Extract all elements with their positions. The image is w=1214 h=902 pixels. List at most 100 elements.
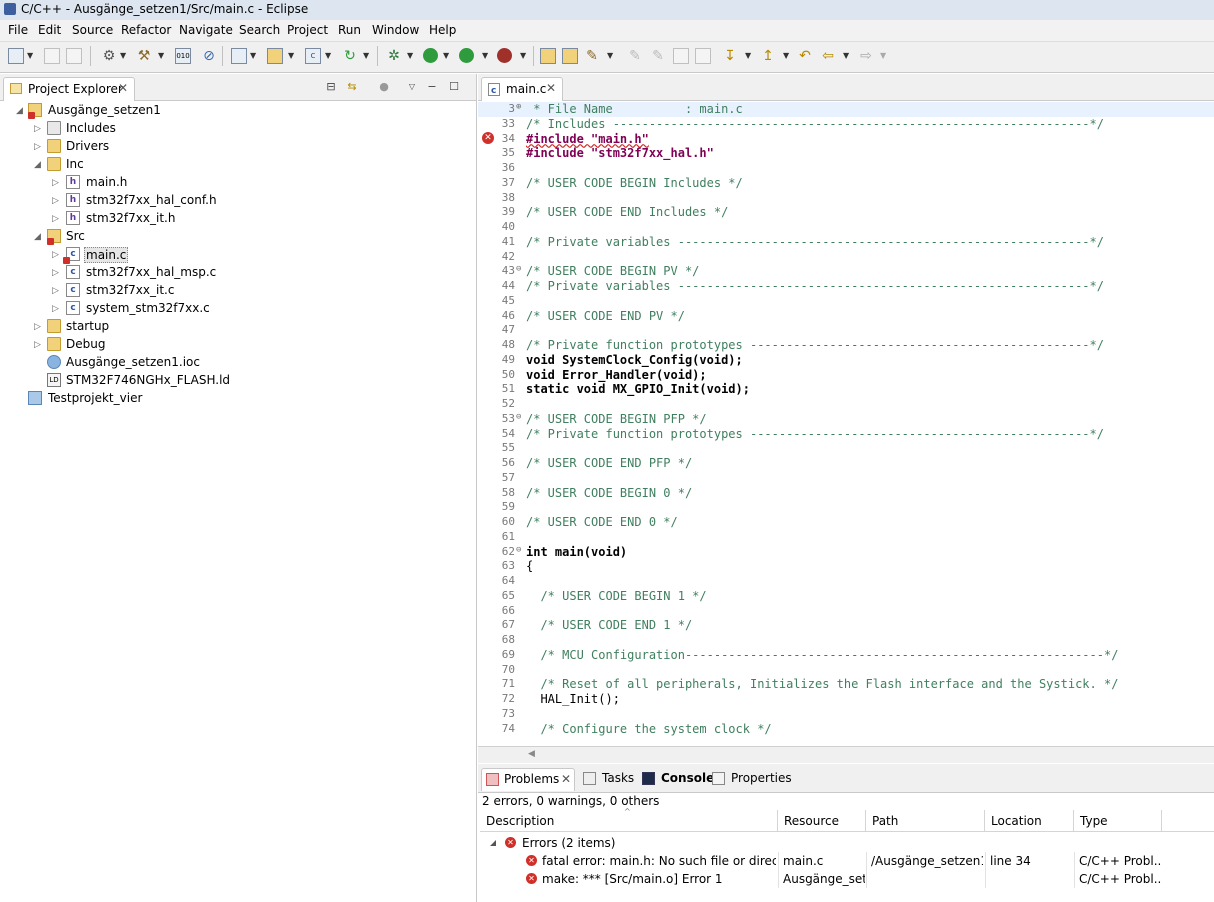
code-line[interactable]: 46 /* USER CODE END PV */ — [478, 309, 1214, 324]
minimize-icon[interactable]: − — [426, 81, 438, 93]
new-c-project-dropdown-icon[interactable]: ▼ — [250, 48, 257, 64]
code-line[interactable]: 34 ✕ #include "main.h" — [478, 131, 1214, 147]
column-header-type[interactable]: Type — [1074, 810, 1162, 832]
tree-item-drivers[interactable]: ▷ Drivers — [0, 138, 470, 156]
menu-run[interactable]: Run — [338, 23, 361, 37]
open-type-icon[interactable] — [540, 48, 556, 64]
back-icon[interactable]: ⇦ — [820, 48, 836, 64]
binary-icon[interactable]: 010 — [175, 48, 191, 64]
code-line[interactable]: 37 /* USER CODE BEGIN Includes */ — [478, 176, 1214, 191]
new-dropdown-icon[interactable]: ▼ — [27, 48, 34, 64]
menu-navigate[interactable]: Navigate — [179, 23, 233, 37]
column-header-location[interactable]: Location — [985, 810, 1074, 832]
code-line[interactable]: 72 HAL_Init(); — [478, 692, 1214, 707]
tree-item-hal-msp-c[interactable]: ▷ c stm32f7xx_hal_msp.c — [0, 264, 470, 282]
code-line[interactable]: 64 — [478, 574, 1214, 589]
collapsed-arrow-icon[interactable]: ▷ — [52, 283, 62, 299]
build-settings-icon[interactable]: ⚙ — [101, 48, 117, 64]
tab-properties[interactable]: Properties — [712, 768, 792, 790]
code-line[interactable]: 73 — [478, 707, 1214, 722]
save-icon[interactable] — [44, 48, 60, 64]
code-line[interactable]: 70 — [478, 663, 1214, 678]
code-line[interactable]: 53 ⊖/* USER CODE BEGIN PFP */ — [478, 412, 1214, 427]
code-line[interactable]: 63 { — [478, 559, 1214, 574]
tree-item-linker-script[interactable]: LD STM32F746NGHx_FLASH.ld — [0, 372, 470, 390]
new-c-class-icon[interactable]: c — [305, 48, 321, 64]
tab-main-c[interactable]: c main.c ✕ — [481, 77, 563, 101]
expanded-arrow-icon[interactable]: ◢ — [34, 157, 44, 173]
expand-fold-icon[interactable]: ⊕ — [516, 102, 524, 112]
menu-window[interactable]: Window — [372, 23, 419, 37]
menu-edit[interactable]: Edit — [38, 23, 61, 37]
mark-occurrences-icon[interactable]: ✎ — [650, 48, 666, 64]
collapse-all-icon[interactable]: ⊟ — [325, 81, 337, 93]
code-line[interactable]: 60 /* USER CODE END 0 */ — [478, 515, 1214, 530]
code-line[interactable]: 45 — [478, 294, 1214, 309]
close-icon[interactable]: ✕ — [561, 772, 571, 786]
collapsed-arrow-icon[interactable]: ▷ — [34, 319, 44, 335]
tree-item-src[interactable]: ◢ Src — [0, 228, 470, 246]
expanded-arrow-icon[interactable]: ◢ — [490, 838, 496, 847]
menu-project[interactable]: Project — [287, 23, 328, 37]
code-line[interactable]: 43 ⊖/* USER CODE BEGIN PV */ — [478, 264, 1214, 279]
stop-icon[interactable] — [497, 48, 512, 63]
tree-item-hal-conf-h[interactable]: ▷ h stm32f7xx_hal_conf.h — [0, 192, 470, 210]
code-line[interactable]: 33 /* Includes --------------------------… — [478, 117, 1214, 132]
next-annotation-icon[interactable]: ↧ — [722, 48, 738, 64]
collapsed-arrow-icon[interactable]: ▷ — [52, 211, 62, 227]
tab-console[interactable]: Console — [642, 768, 714, 790]
build-dropdown-icon[interactable]: ▼ — [158, 48, 165, 64]
code-line[interactable]: 41 /* Private variables -----------------… — [478, 235, 1214, 250]
code-line[interactable]: 35 #include "stm32f7xx_hal.h" — [478, 146, 1214, 161]
tree-item-main-c[interactable]: ▷ c main.c — [0, 246, 470, 264]
view-menu-icon[interactable]: ▽ — [406, 81, 418, 93]
new-icon[interactable] — [8, 48, 24, 64]
close-icon[interactable]: ✕ — [118, 81, 128, 95]
collapsed-arrow-icon[interactable]: ▷ — [52, 175, 62, 191]
code-line[interactable]: 65 /* USER CODE BEGIN 1 */ — [478, 589, 1214, 604]
refresh-icon[interactable]: ↻ — [342, 48, 358, 64]
collapsed-arrow-icon[interactable]: ▷ — [34, 139, 44, 155]
menu-refactor[interactable]: Refactor — [121, 23, 171, 37]
tree-item-inc[interactable]: ◢ Inc — [0, 156, 470, 174]
tree-item-debug[interactable]: ▷ Debug — [0, 336, 470, 354]
code-line[interactable]: 49 void SystemClock_Config(void); — [478, 353, 1214, 368]
expanded-arrow-icon[interactable]: ◢ — [34, 229, 44, 245]
menu-help[interactable]: Help — [429, 23, 456, 37]
run-icon[interactable] — [423, 48, 438, 63]
refresh-dropdown-icon[interactable]: ▼ — [363, 48, 370, 64]
collapsed-arrow-icon[interactable]: ▷ — [52, 265, 62, 281]
pen-icon[interactable]: ✎ — [627, 48, 643, 64]
code-line[interactable]: 67 /* USER CODE END 1 */ — [478, 618, 1214, 633]
code-line[interactable]: 50 void Error_Handler(void); — [478, 368, 1214, 383]
column-header-description[interactable]: Description ^ — [480, 807, 778, 832]
previous-annotation-dropdown-icon[interactable]: ▼ — [783, 48, 790, 64]
column-header-resource[interactable]: Resource — [778, 810, 866, 832]
collapsed-arrow-icon[interactable]: ▷ — [52, 193, 62, 209]
collapse-fold-icon[interactable]: ⊖ — [516, 412, 524, 422]
tab-tasks[interactable]: Tasks — [583, 768, 638, 790]
horizontal-scrollbar[interactable]: ◀ — [478, 746, 1214, 763]
skip-breakpoints-icon[interactable]: ⊘ — [201, 48, 217, 64]
code-line[interactable]: 56 /* USER CODE END PFP */ — [478, 456, 1214, 471]
tree-item-system-c[interactable]: ▷ c system_stm32f7xx.c — [0, 300, 470, 318]
last-edit-location-icon[interactable]: ↶ — [797, 48, 813, 64]
previous-annotation-icon[interactable]: ↥ — [760, 48, 776, 64]
code-line[interactable]: 57 — [478, 471, 1214, 486]
new-c-project-icon[interactable] — [231, 48, 247, 64]
brush-dropdown-icon[interactable]: ▼ — [607, 48, 614, 64]
debug-icon[interactable]: ✲ — [386, 48, 402, 64]
new-folder-icon[interactable] — [267, 48, 283, 64]
code-line[interactable]: 59 — [478, 500, 1214, 515]
scroll-left-icon[interactable]: ◀ — [528, 749, 535, 759]
stop-dropdown-icon[interactable]: ▼ — [520, 48, 527, 64]
code-line[interactable]: 48 /* Private function prototypes -------… — [478, 338, 1214, 353]
code-line[interactable]: 69 /* MCU Configuration-----------------… — [478, 648, 1214, 663]
error-marker-icon[interactable]: ✕ — [482, 131, 494, 144]
menu-file[interactable]: File — [8, 23, 28, 37]
table-row[interactable]: ✕ make: *** [Src/main.o] Error 1 Ausgäng… — [480, 870, 1214, 888]
tree-item-startup[interactable]: ▷ startup — [0, 318, 470, 336]
menu-search[interactable]: Search — [239, 23, 280, 37]
close-icon[interactable]: ✕ — [546, 81, 556, 95]
maximize-icon[interactable]: ☐ — [448, 81, 460, 93]
